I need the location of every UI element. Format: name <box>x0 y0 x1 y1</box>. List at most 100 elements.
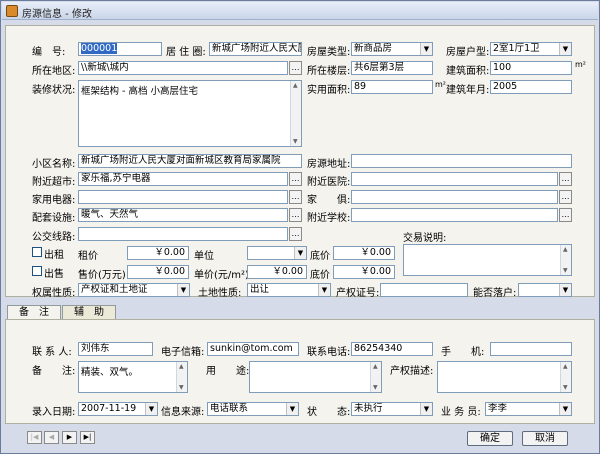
house-layout-select[interactable]: 2室1厅1卫 ▼ <box>490 42 572 56</box>
facility-input[interactable]: 暖气、天然气 <box>78 208 288 222</box>
land-select[interactable]: 出让 ▼ <box>247 283 331 297</box>
scroll-up-icon[interactable]: ▲ <box>373 363 378 370</box>
chevron-down-icon[interactable]: ▼ <box>145 403 157 415</box>
floor-input[interactable]: 共6层第3层 <box>351 61 433 75</box>
cancel-button[interactable]: 取消 <box>522 431 568 446</box>
scroll-down-icon[interactable]: ▼ <box>563 267 568 274</box>
build-area-input[interactable]: 100 <box>490 61 572 75</box>
status-select[interactable]: 未执行 ▼ <box>351 402 433 416</box>
rent-floor-price-label: 底价 <box>310 251 330 262</box>
ok-button[interactable]: 确定 <box>467 431 513 446</box>
nav-first-button[interactable]: |◀ <box>27 431 42 444</box>
household-select[interactable]: ▼ <box>518 283 572 297</box>
sale-unit-input[interactable]: ￥0.00 <box>247 265 307 279</box>
nav-next-button[interactable]: ▶ <box>62 431 77 444</box>
entry-date-select[interactable]: 2007-11-19 ▼ <box>78 402 158 416</box>
furniture-input[interactable] <box>351 190 558 204</box>
school-label: 附近学校: <box>307 213 351 224</box>
rent-floor-price-input[interactable]: ￥0.00 <box>333 246 395 260</box>
chevron-down-icon[interactable]: ▼ <box>420 403 432 415</box>
ellipsis-icon: … <box>291 210 300 219</box>
build-year-input[interactable]: 2005 <box>490 80 572 94</box>
agent-select[interactable]: 李李 ▼ <box>485 402 572 416</box>
note-textarea[interactable]: 精装、双气。 ▲ ▼ <box>78 361 188 393</box>
sale-checkbox[interactable] <box>32 266 42 276</box>
community-input[interactable]: 新城广场附近人民大厦对面新城区教育局家属院 <box>78 154 302 168</box>
scroll-up-icon[interactable]: ▲ <box>563 246 568 253</box>
usage-label: 用 途: <box>206 366 250 377</box>
school-input[interactable] <box>351 208 558 222</box>
chevron-down-icon[interactable]: ▼ <box>559 403 571 415</box>
ellipsis-icon: … <box>291 63 300 72</box>
facility-browse-button[interactable]: … <box>289 208 302 222</box>
scroll-up-icon[interactable]: ▲ <box>293 82 298 89</box>
scroll-up-icon[interactable]: ▲ <box>179 363 184 370</box>
sale-floor-price-label: 底价 <box>310 270 330 281</box>
bus-input[interactable] <box>78 227 288 241</box>
sale-floor-price-input[interactable]: ￥0.00 <box>333 265 395 279</box>
usage-scrollbar[interactable]: ▲ ▼ <box>370 362 381 392</box>
ellipsis-icon: … <box>561 192 570 201</box>
area-browse-button[interactable]: … <box>289 61 302 75</box>
source-select[interactable]: 电话联系 ▼ <box>207 402 299 416</box>
scroll-down-icon[interactable]: ▼ <box>179 384 184 391</box>
chevron-down-icon[interactable]: ▼ <box>318 284 330 296</box>
trade-textarea[interactable]: ▲ ▼ <box>403 244 572 276</box>
scroll-up-icon[interactable]: ▲ <box>563 363 568 370</box>
remarks-panel: 联 系 人: 刘伟东 电子信箱: sunkin@tom.com 联系电话: 86… <box>5 319 595 424</box>
rent-checkbox[interactable] <box>32 247 42 257</box>
use-area-input[interactable]: 89 <box>351 80 433 94</box>
nav-prev-button[interactable]: ◀ <box>44 431 59 444</box>
hospital-browse-button[interactable]: … <box>559 172 572 186</box>
house-type-select[interactable]: 新商品房 ▼ <box>351 42 433 56</box>
chevron-down-icon[interactable]: ▼ <box>559 43 571 55</box>
property-select[interactable]: 产权证和土地证 ▼ <box>78 283 190 297</box>
email-input[interactable]: sunkin@tom.com <box>207 342 299 356</box>
status-label: 状 态: <box>307 407 351 418</box>
entry-date-label: 录入日期: <box>32 407 76 418</box>
area-label: 所在地区: <box>32 66 76 77</box>
chevron-down-icon[interactable]: ▼ <box>420 43 432 55</box>
scroll-down-icon[interactable]: ▼ <box>373 384 378 391</box>
desc-scrollbar[interactable]: ▲ ▼ <box>560 362 571 392</box>
rent-unit-select[interactable]: ▼ <box>247 246 307 260</box>
ellipsis-icon: … <box>291 174 300 183</box>
chevron-down-icon[interactable]: ▼ <box>559 284 571 296</box>
chevron-down-icon[interactable]: ▼ <box>177 284 189 296</box>
school-browse-button[interactable]: … <box>559 208 572 222</box>
scroll-down-icon[interactable]: ▼ <box>293 138 298 145</box>
floor-label: 所在楼层: <box>307 66 351 77</box>
id-input[interactable]: 000001 <box>78 42 162 56</box>
cert-input[interactable] <box>380 283 468 297</box>
furniture-browse-button[interactable]: … <box>559 190 572 204</box>
chevron-down-icon[interactable]: ▼ <box>294 247 306 259</box>
contact-input[interactable]: 刘伟东 <box>78 342 153 356</box>
sale-price-label: 售价(万元) <box>78 270 126 281</box>
market-browse-button[interactable]: … <box>289 172 302 186</box>
bus-browse-button[interactable]: … <box>289 227 302 241</box>
build-area-label: 建筑面积: <box>446 66 490 77</box>
appliance-input[interactable] <box>78 190 288 204</box>
hospital-input[interactable] <box>351 172 558 186</box>
area-input[interactable]: \\新城\城内 <box>78 61 288 75</box>
decor-textarea[interactable]: 框架结构 - 高档 小高层住宅 ▲ ▼ <box>78 80 302 147</box>
scroll-down-icon[interactable]: ▼ <box>563 384 568 391</box>
tab-auxiliary[interactable]: 辅 助 <box>62 305 116 320</box>
residence-input[interactable]: 新城广场附近人民大厦 <box>209 42 302 56</box>
rent-price-input[interactable]: ￥0.00 <box>127 246 189 260</box>
phone-input[interactable]: 86254340 <box>351 342 433 356</box>
decor-scrollbar[interactable]: ▲ ▼ <box>290 81 301 146</box>
sale-price-input[interactable]: ￥0.00 <box>127 265 189 279</box>
mobile-input[interactable] <box>490 342 572 356</box>
trade-scrollbar[interactable]: ▲ ▼ <box>560 245 571 275</box>
desc-textarea[interactable]: ▲ ▼ <box>437 361 572 393</box>
agent-label: 业 务 员: <box>441 407 481 418</box>
address-input[interactable] <box>351 154 572 168</box>
usage-textarea[interactable]: ▲ ▼ <box>249 361 382 393</box>
nav-last-button[interactable]: ▶| <box>80 431 95 444</box>
market-input[interactable]: 家乐福,苏宁电器 <box>78 172 288 186</box>
note-scrollbar[interactable]: ▲ ▼ <box>176 362 187 392</box>
sale-unit-label: 单价(元/m²) <box>194 270 249 281</box>
chevron-down-icon[interactable]: ▼ <box>286 403 298 415</box>
appliance-browse-button[interactable]: … <box>289 190 302 204</box>
